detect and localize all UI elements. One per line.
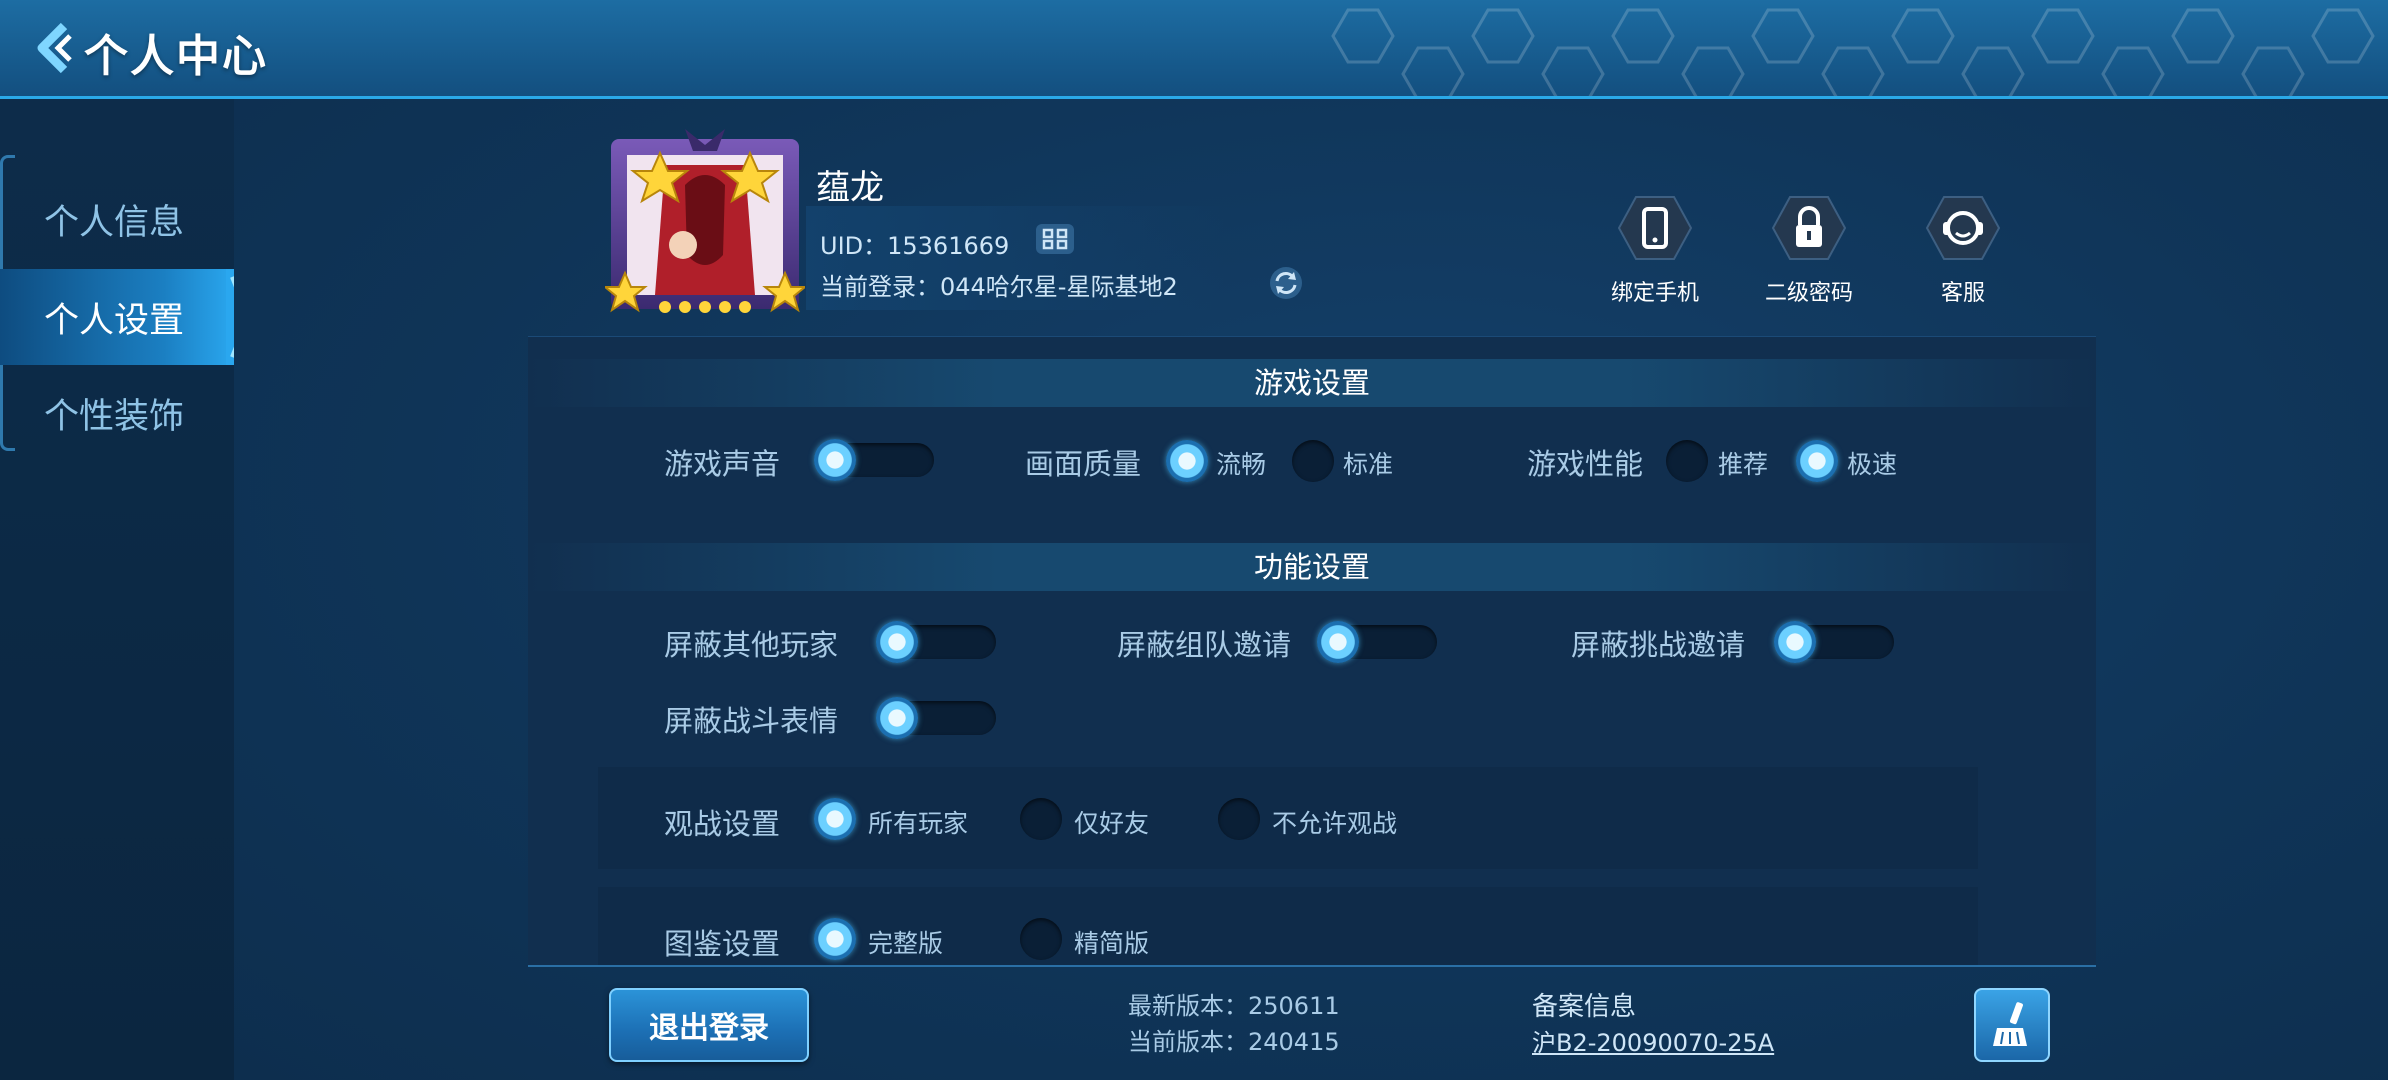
performance-fast-label: 极速: [1847, 450, 1898, 479]
secondary-password-label: 二级密码: [1764, 281, 1853, 306]
hex-pattern-decoration: [1331, 8, 2375, 96]
spectate-settings-label: 观战设置: [664, 807, 781, 841]
block-team-invite-label: 屏蔽组队邀请: [1117, 628, 1292, 662]
spectate-none-radio[interactable]: [1218, 798, 1260, 840]
broom-icon: [1993, 1002, 2027, 1046]
header-bar: 个人中心: [0, 0, 2388, 99]
album-settings-label: 图鉴设置: [664, 927, 781, 961]
album-settings-row: 图鉴设置 完整版 精简版: [598, 887, 1978, 965]
album-lite-label: 精简版: [1074, 929, 1150, 958]
block-challenge-invite-toggle[interactable]: [1774, 621, 1894, 663]
quality-smooth-radio[interactable]: [1166, 440, 1208, 482]
latest-version: 最新版本：250611: [1128, 992, 1340, 1020]
logout-button[interactable]: 退出登录: [609, 988, 809, 1062]
toggle-knob: [876, 697, 918, 739]
performance-recommended-label: 推荐: [1718, 450, 1769, 479]
sidebar: 个人信息 个人设置 个性装饰: [0, 99, 258, 1080]
clear-cache-button[interactable]: [1974, 988, 2050, 1062]
qr-glyph-icon: [1042, 228, 1068, 250]
block-players-label: 屏蔽其他玩家: [664, 628, 839, 662]
phone-icon: [1617, 196, 1693, 260]
spectate-settings-row: 观战设置 所有玩家 仅好友 不允许观战: [598, 767, 1978, 869]
sidebar-item-personal-info[interactable]: 个人信息: [0, 171, 234, 267]
spectate-friends-label: 仅好友: [1074, 809, 1150, 838]
customer-service-label: 客服: [1940, 281, 1985, 306]
sidebar-item-decoration[interactable]: 个性装饰: [0, 365, 234, 461]
current-version: 当前版本：240415: [1128, 1028, 1340, 1056]
block-players-toggle[interactable]: [876, 621, 996, 663]
customer-service-button[interactable]: 客服: [1888, 195, 2038, 307]
qr-code-icon[interactable]: [1036, 224, 1074, 254]
function-settings-title: 功能设置: [528, 543, 2096, 591]
toggle-knob: [1774, 621, 1816, 663]
avatar[interactable]: [605, 125, 805, 320]
sidebar-item-label: 个人信息: [44, 202, 185, 243]
game-sound-label: 游戏声音: [664, 447, 781, 481]
record-info-title: 备案信息: [1532, 992, 1637, 1022]
spectate-all-label: 所有玩家: [868, 809, 969, 838]
current-server: 当前登录：044哈尔星-星际基地2: [820, 273, 1178, 301]
bind-phone-label: 绑定手机: [1610, 281, 1699, 306]
quality-smooth-label: 流畅: [1216, 450, 1267, 479]
spectate-friends-radio[interactable]: [1020, 798, 1062, 840]
lock-icon: [1771, 196, 1847, 260]
block-challenge-invite-label: 屏蔽挑战邀请: [1571, 628, 1746, 662]
block-team-invite-toggle[interactable]: [1317, 621, 1437, 663]
back-arrow-icon: [37, 22, 72, 74]
album-lite-radio[interactable]: [1020, 918, 1062, 960]
sidebar-item-label: 个人设置: [44, 300, 185, 341]
sidebar-item-label: 个性装饰: [44, 396, 185, 437]
game-settings-title: 游戏设置: [528, 359, 2096, 407]
graphics-quality-label: 画面质量: [1025, 447, 1142, 481]
record-number-link[interactable]: 沪B2-20090070-25A: [1532, 1023, 1774, 1058]
toggle-knob: [876, 621, 918, 663]
block-battle-emotes-label: 屏蔽战斗表情: [664, 704, 839, 738]
spectate-none-label: 不允许观战: [1272, 809, 1398, 838]
sidebar-item-personal-settings[interactable]: 个人设置: [0, 269, 258, 365]
block-battle-emotes-toggle[interactable]: [876, 697, 996, 739]
headset-icon: [1925, 196, 2001, 260]
quality-standard-radio[interactable]: [1292, 440, 1334, 482]
album-full-radio[interactable]: [814, 918, 856, 960]
settings-panel: 游戏设置 游戏声音 画面质量 流畅 标准 游戏性能 推荐 极速 功能设置 屏蔽其…: [528, 336, 2096, 967]
back-button[interactable]: [30, 18, 78, 78]
player-uid: UID：15361669: [820, 232, 1010, 260]
quality-standard-label: 标准: [1343, 450, 1394, 479]
game-sound-toggle[interactable]: [814, 439, 934, 481]
secondary-password-button[interactable]: 二级密码: [1734, 195, 1884, 307]
player-nickname: 蕴龙: [816, 168, 884, 208]
performance-fast-radio[interactable]: [1796, 440, 1838, 482]
bind-phone-button[interactable]: 绑定手机: [1580, 195, 1730, 307]
toggle-knob: [1317, 621, 1359, 663]
toggle-knob: [814, 439, 856, 481]
performance-recommended-radio[interactable]: [1666, 440, 1708, 482]
switch-server-icon[interactable]: [1268, 266, 1304, 300]
page-title: 个人中心: [84, 31, 268, 82]
album-full-label: 完整版: [868, 929, 944, 958]
spectate-all-radio[interactable]: [814, 798, 856, 840]
game-performance-label: 游戏性能: [1527, 447, 1644, 481]
